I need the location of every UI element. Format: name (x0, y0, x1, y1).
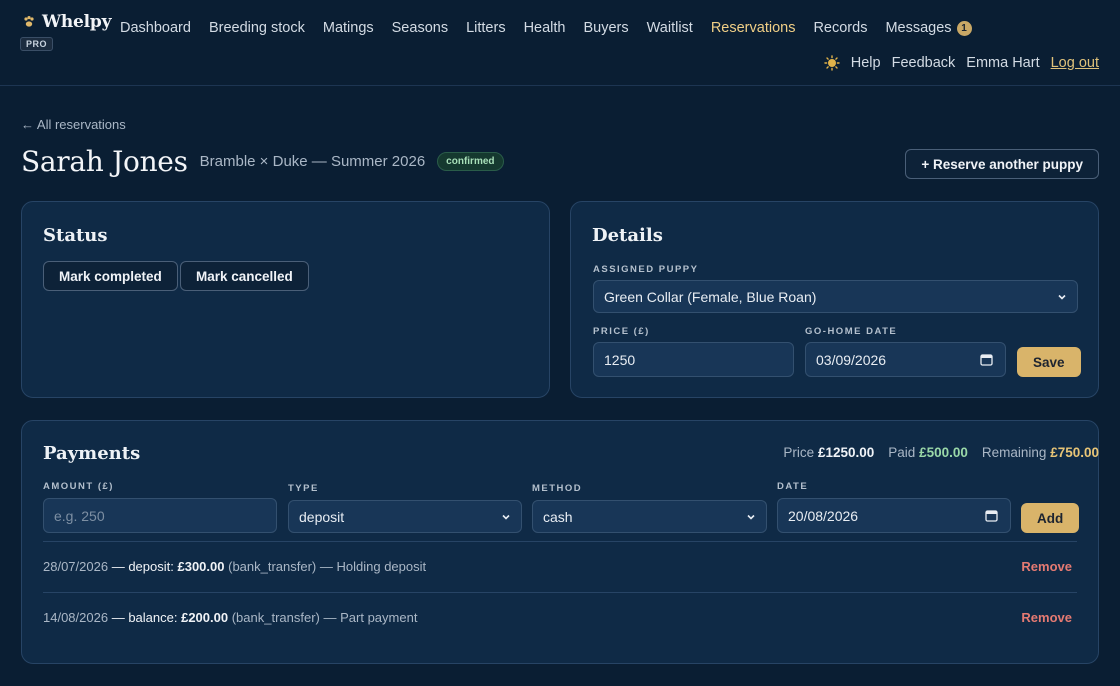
messages-count-badge: 1 (956, 20, 972, 36)
price-input[interactable]: 1250 (593, 342, 794, 377)
utility-links: Help Feedback Emma Hart Log out (813, 55, 1099, 71)
total-price: Price £1250.00 (783, 445, 875, 460)
calendar-icon[interactable] (985, 509, 998, 522)
nav-litters[interactable]: Litters (466, 20, 506, 36)
nav-messages[interactable]: Messages 1 (885, 20, 972, 36)
nav-messages-label: Messages (885, 20, 952, 36)
details-card-title: Details (592, 225, 663, 246)
payment-type-select[interactable]: deposit (288, 500, 522, 533)
title-row: Sarah Jones Bramble × Duke — Summer 2026… (21, 145, 504, 178)
calendar-icon[interactable] (980, 353, 993, 366)
payment-method-value: cash (543, 508, 573, 525)
payment-method-select[interactable]: cash (532, 500, 767, 533)
user-name-link[interactable]: Emma Hart (966, 55, 1039, 71)
feedback-link[interactable]: Feedback (892, 55, 956, 71)
nav-health[interactable]: Health (524, 20, 566, 36)
total-paid: Paid £500.00 (888, 445, 968, 460)
price-label: Price (£) (593, 326, 650, 337)
nav-matings[interactable]: Matings (323, 20, 374, 36)
nav-seasons[interactable]: Seasons (392, 20, 448, 36)
nav-dashboard[interactable]: Dashboard (120, 20, 191, 36)
chevron-down-icon (747, 514, 755, 520)
assigned-puppy-label: Assigned puppy (593, 264, 699, 275)
payment-date-value: 20/08/2026 (788, 507, 859, 524)
assigned-puppy-value: Green Collar (Female, Blue Roan) (604, 288, 817, 305)
payment-date-label: Date (777, 481, 809, 492)
go-home-date-value: 03/09/2026 (816, 351, 887, 368)
method-label: Method (532, 483, 583, 494)
total-remaining: Remaining £750.00 (981, 445, 1099, 460)
payment-row: 14/08/2026 — balance: £200.00 (bank_tran… (43, 592, 1077, 642)
nav-breeding-stock[interactable]: Breeding stock (209, 20, 305, 36)
add-payment-button[interactable]: Add (1021, 503, 1080, 533)
nav-reservations[interactable]: Reservations (711, 20, 796, 36)
amount-placeholder: e.g. 250 (54, 507, 105, 524)
chevron-down-icon (1058, 294, 1066, 300)
amount-label: Amount (£) (43, 481, 114, 492)
sun-icon[interactable] (824, 55, 840, 71)
pro-badge: PRO (20, 37, 54, 51)
litter-subtitle: Bramble × Duke — Summer 2026 (199, 153, 426, 170)
paw-icon (24, 16, 34, 27)
assigned-puppy-select[interactable]: Green Collar (Female, Blue Roan) (593, 280, 1078, 313)
status-badge: confirmed (437, 152, 504, 171)
help-link[interactable]: Help (851, 55, 881, 71)
remove-payment-button[interactable]: Remove (1021, 610, 1072, 625)
logout-link[interactable]: Log out (1051, 55, 1099, 71)
save-details-button[interactable]: Save (1017, 347, 1081, 377)
chevron-down-icon (502, 514, 510, 520)
type-label: Type (288, 483, 319, 494)
reserve-another-puppy-button[interactable]: + Reserve another puppy (905, 149, 1099, 179)
price-value: 1250 (604, 351, 636, 368)
back-to-reservations-link[interactable]: ← All reservations (21, 117, 126, 132)
top-bar: Whelpy PRO Dashboard Breeding stock Mati… (0, 0, 1120, 86)
nav-buyers[interactable]: Buyers (584, 20, 629, 36)
brand-name: Whelpy (42, 12, 112, 32)
details-card: Details Assigned puppy Green Collar (Fem… (570, 201, 1099, 398)
nav-records[interactable]: Records (813, 20, 867, 36)
status-card: Status Mark completed Mark cancelled (21, 201, 550, 398)
payment-totals: Price £1250.00 Paid £500.00 Remaining £7… (769, 445, 1099, 460)
remove-payment-button[interactable]: Remove (1021, 559, 1072, 574)
mark-cancelled-button[interactable]: Mark cancelled (180, 261, 309, 291)
payments-card-title: Payments (43, 443, 141, 464)
nav-waitlist[interactable]: Waitlist (647, 20, 693, 36)
payment-date-input[interactable]: 20/08/2026 (777, 498, 1011, 533)
page-title: Sarah Jones (21, 145, 188, 178)
brand[interactable]: Whelpy PRO (20, 12, 112, 52)
amount-input[interactable]: e.g. 250 (43, 498, 277, 533)
go-home-date-label: Go-home date (805, 326, 898, 337)
main-nav: Dashboard Breeding stock Matings Seasons… (120, 20, 990, 36)
status-card-title: Status (43, 225, 108, 246)
mark-completed-button[interactable]: Mark completed (43, 261, 178, 291)
payment-row: 28/07/2026 — deposit: £300.00 (bank_tran… (43, 541, 1077, 591)
payment-type-value: deposit (299, 508, 345, 525)
go-home-date-input[interactable]: 03/09/2026 (805, 342, 1006, 377)
